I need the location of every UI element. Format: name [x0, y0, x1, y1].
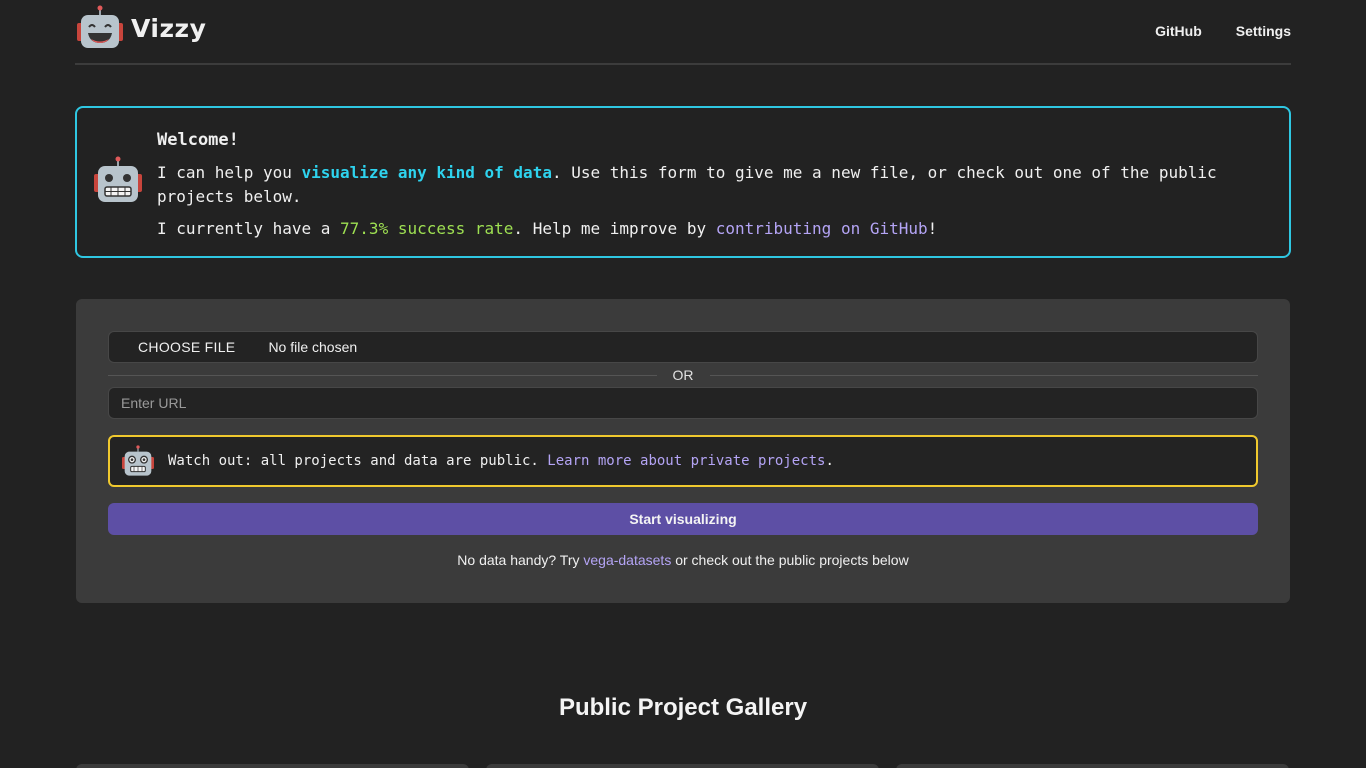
welcome-text: Welcome! I can help you visualize any ki… — [157, 128, 1229, 241]
hint-pre: No data handy? Try — [457, 552, 584, 568]
no-data-hint: No data handy? Try vega-datasets or chec… — [76, 552, 1290, 568]
welcome-line-2-mid: . Help me improve by — [513, 219, 716, 238]
welcome-line-2-post: ! — [927, 219, 938, 238]
file-status: No file chosen — [268, 339, 358, 355]
public-warning: Watch out: all projects and data are pub… — [108, 435, 1258, 487]
divider-line — [709, 374, 1258, 376]
welcome-line-2-pre: I currently have a — [157, 219, 341, 238]
file-input[interactable]: CHOOSE FILE No file chosen — [108, 331, 1258, 363]
nav-settings-link[interactable]: Settings — [1236, 23, 1291, 39]
gallery-card[interactable] — [486, 764, 879, 768]
contributing-link[interactable]: contributing on GitHub — [716, 219, 928, 238]
logo-link[interactable]: Vizzy — [77, 5, 206, 49]
divider-line — [108, 374, 657, 376]
page: Vizzy GitHub Settings Welcome! I can hel… — [0, 0, 1366, 768]
nav-github-link[interactable]: GitHub — [1155, 23, 1202, 39]
robot-icon — [94, 156, 142, 202]
welcome-title: Welcome! — [157, 130, 239, 150]
gallery-card[interactable] — [76, 764, 469, 768]
url-input[interactable] — [108, 387, 1258, 419]
warning-pre: Watch out: all projects and data are pub… — [168, 453, 548, 469]
robot-logo-icon — [77, 5, 123, 48]
welcome-line-1-pre: I can help you — [157, 163, 302, 182]
upload-card: CHOOSE FILE No file chosen OR Enter URL … — [76, 299, 1290, 603]
success-rate: 77.3% success rate — [340, 219, 514, 238]
header: Vizzy GitHub Settings — [75, 0, 1291, 65]
welcome-highlight: visualize any kind of data — [301, 163, 552, 182]
top-nav: GitHub Settings — [1121, 23, 1291, 39]
or-label: OR — [672, 367, 694, 383]
private-projects-link[interactable]: Learn more about private projects — [547, 453, 825, 469]
welcome-panel: Welcome! I can help you visualize any ki… — [75, 106, 1291, 258]
start-visualizing-button[interactable]: Start visualizing — [108, 503, 1258, 535]
hint-post: or check out the public projects below — [671, 552, 909, 568]
choose-file-button[interactable]: CHOOSE FILE — [138, 339, 235, 355]
gallery-title: Public Project Gallery — [558, 694, 808, 721]
welcome-line-1: I can help you visualize any kind of dat… — [157, 161, 1229, 209]
app-name: Vizzy — [131, 13, 207, 43]
warning-text: Watch out: all projects and data are pub… — [168, 453, 834, 469]
vega-datasets-link[interactable]: vega-datasets — [583, 552, 671, 568]
or-divider: OR — [108, 365, 1258, 385]
gallery-card[interactable] — [896, 764, 1289, 768]
robot-warning-icon — [122, 445, 154, 476]
warning-post: . — [825, 453, 834, 469]
welcome-line-2: I currently have a 77.3% success rate. H… — [157, 217, 1229, 241]
